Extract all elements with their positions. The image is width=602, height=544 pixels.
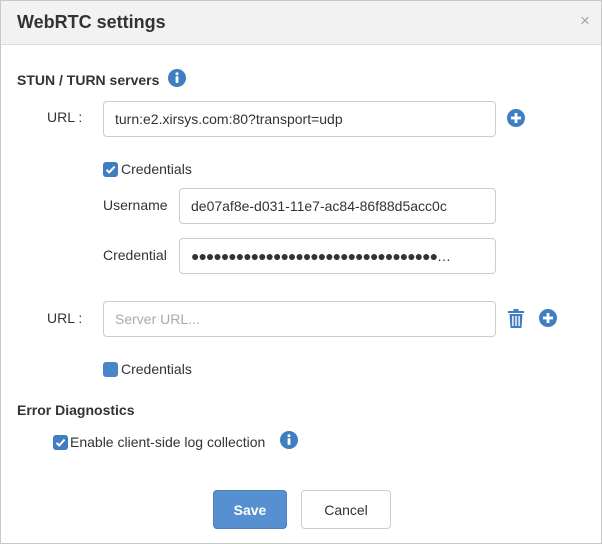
server-2-url-label: URL : <box>47 310 83 326</box>
username-label: Username <box>103 197 168 213</box>
credential-label: Credential <box>103 247 167 263</box>
check-icon <box>55 438 66 447</box>
server-2-url-input[interactable] <box>103 301 496 337</box>
dialog-title: WebRTC settings <box>17 12 166 32</box>
credential-input[interactable] <box>179 238 496 274</box>
webrtc-settings-dialog: WebRTC settings × STUN / TURN servers UR… <box>0 0 602 544</box>
check-icon <box>105 165 116 174</box>
log-collection-checkbox[interactable] <box>53 435 68 450</box>
stun-turn-section-title: STUN / TURN servers <box>17 72 160 88</box>
dialog-header: WebRTC settings × <box>1 1 601 45</box>
server-2-credentials-label: Credentials <box>121 361 192 377</box>
server-1-credentials-checkbox[interactable] <box>103 162 118 177</box>
save-button[interactable]: Save <box>213 490 287 529</box>
log-collection-label: Enable client-side log collection <box>70 434 266 450</box>
close-icon[interactable]: × <box>578 12 592 30</box>
server-2-credentials-checkbox[interactable] <box>103 362 118 377</box>
add-server-icon[interactable] <box>539 309 557 332</box>
error-diagnostics-title: Error Diagnostics <box>17 402 135 418</box>
server-1-url-label: URL : <box>47 109 83 125</box>
info-icon[interactable] <box>168 69 186 87</box>
add-server-icon[interactable] <box>507 109 525 132</box>
server-1-credentials-label: Credentials <box>121 161 192 177</box>
server-1-url-input[interactable] <box>103 101 496 137</box>
username-input[interactable] <box>179 188 496 224</box>
info-icon[interactable] <box>280 431 298 449</box>
cancel-button[interactable]: Cancel <box>301 490 391 529</box>
trash-icon[interactable] <box>508 309 524 333</box>
